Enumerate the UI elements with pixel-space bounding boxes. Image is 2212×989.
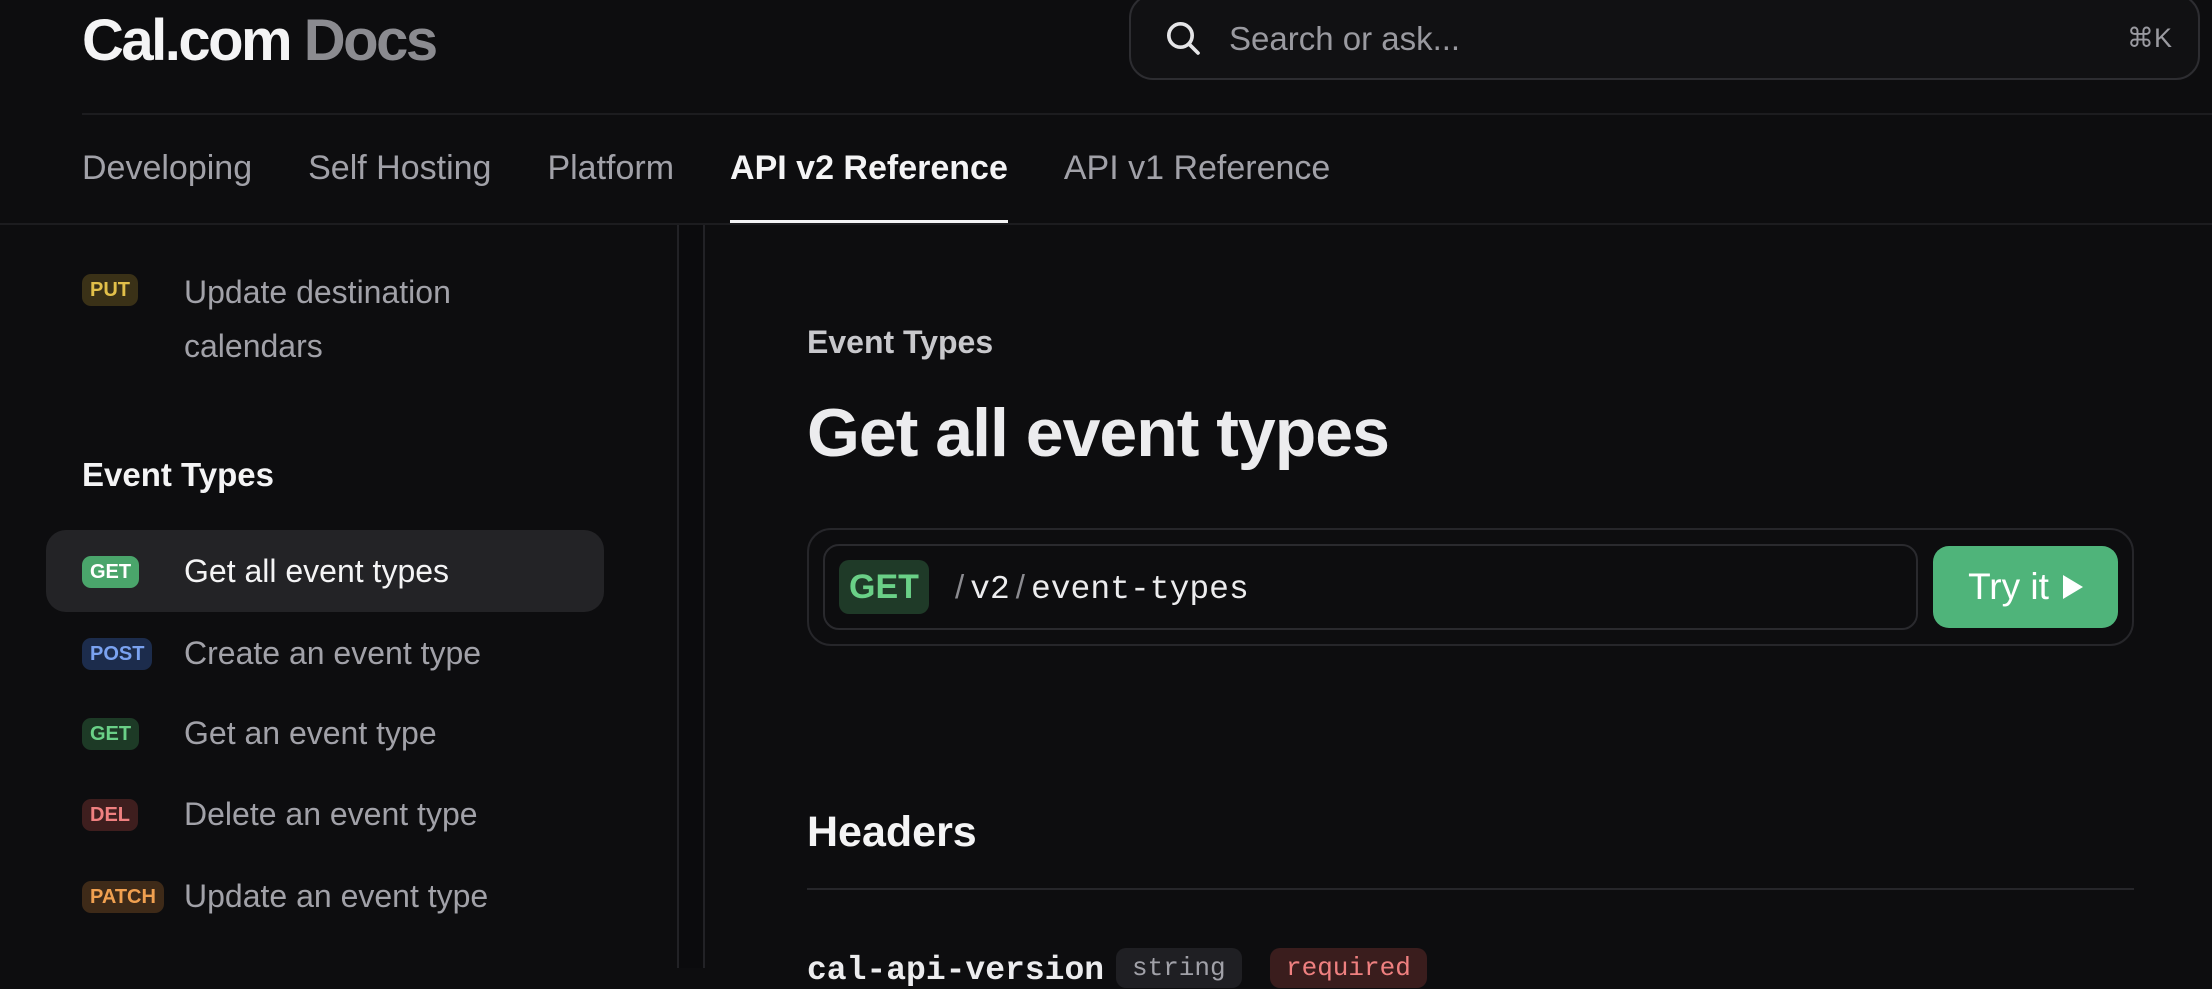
breadcrumb: Event Types [807,324,994,360]
tab-developing[interactable]: Developing [82,112,252,224]
method-badge-put: PUT [82,274,138,306]
endpoint-bar: GET / v2/event-types Try it [807,528,2134,646]
method-badge-get: GET [839,560,929,614]
tab-self-hosting[interactable]: Self Hosting [308,112,491,224]
headers-section-title: Headers [807,808,977,856]
sidebar-resize-handle[interactable] [677,225,705,968]
path-separator: / [955,568,965,605]
sidebar-item-update-an-event-type[interactable]: PATCH Update an event type [46,857,604,939]
try-it-label: Try it [1968,566,2049,607]
sidebar-item-label: Get an event type [184,715,437,751]
sidebar-item-delete-an-event-type[interactable]: DEL Delete an event type [46,775,604,857]
sidebar-group-title: Event Types [82,456,274,493]
path-segment-version: v2 [970,571,1010,608]
param-name: cal-api-version [807,952,1105,989]
method-badge-get: GET [82,556,140,588]
sidebar-item-label: Create an event type [184,635,482,671]
sidebar-item-create-an-event-type[interactable]: POST Create an event type [46,612,604,694]
search-icon [1167,22,1200,55]
tab-api-v1-reference[interactable]: API v1 Reference [1064,112,1330,224]
endpoint-path: / v2/event-types [949,568,1249,608]
param-required-badge: required [1270,948,1427,988]
sidebar-item-label: Update destination [184,274,451,310]
page-title: Get all event types [807,395,1390,471]
logo-docs: Docs [303,8,438,73]
sidebar-item-label: Update an event type [184,878,489,914]
logo[interactable]: Cal.com Docs [82,12,438,70]
top-nav-tabs: Developing Self Hosting Platform API v2 … [82,112,1330,224]
endpoint-path-box[interactable]: GET / v2/event-types [823,544,1918,630]
param-type-badge: string [1116,948,1242,988]
method-badge-post: POST [82,638,153,670]
sidebar-item-get-all-event-types[interactable]: GET Get all event types [46,530,604,612]
logo-brand: Cal.com [82,8,293,73]
path-separator: / [1015,568,1025,605]
tab-platform[interactable]: Platform [547,112,674,224]
search-placeholder: Search or ask... [1229,20,1461,57]
sidebar-item-label-line2: calendars [184,328,323,364]
method-badge-del: DEL [82,799,138,831]
sidebar-item-label: Get all event types [184,553,450,589]
sidebar-item-update-destination-calendars[interactable]: PUT Update destination calendars [46,265,604,375]
sidebar-item-label: Delete an event type [184,796,478,832]
tab-api-v2-reference[interactable]: API v2 Reference [730,112,1008,224]
section-divider [807,888,2134,890]
path-segment-resource: event-types [1030,571,1249,608]
method-badge-patch: PATCH [82,881,164,913]
try-it-button[interactable]: Try it [1933,546,2118,628]
play-icon [2062,575,2083,599]
search-shortcut: ⌘K [2126,23,2172,53]
search-bar[interactable]: Search or ask... ⌘K [1129,0,2200,80]
sidebar-item-get-an-event-type[interactable]: GET Get an event type [46,694,604,776]
method-badge-get: GET [82,718,140,750]
